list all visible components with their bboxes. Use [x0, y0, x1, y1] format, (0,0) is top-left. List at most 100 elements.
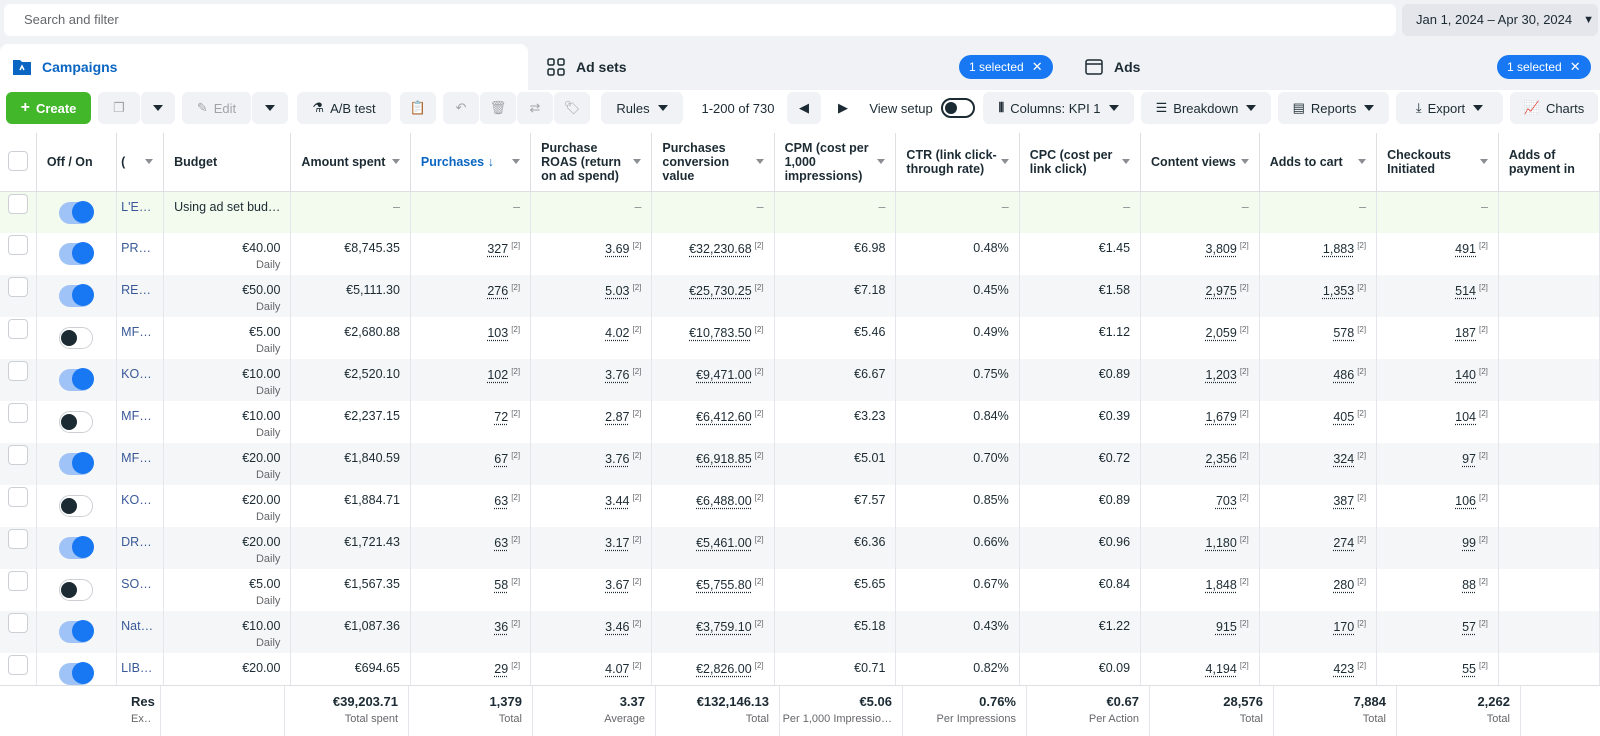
adds-to-cart-cell-value[interactable]: 405 [1333, 410, 1354, 424]
content-views-cell[interactable]: 1,848 [2] [1140, 569, 1260, 611]
adds-to-cart-cell[interactable]: 274 [2] [1259, 527, 1378, 569]
row-checkbox[interactable] [7, 613, 28, 633]
conversion-value-cell[interactable]: €10,783.50 [2] [651, 317, 775, 359]
conversion-value-cell[interactable]: €6,412.60 [2] [651, 401, 775, 443]
checkouts-cell[interactable]: 104 [2] [1376, 401, 1499, 443]
prev-page-button[interactable]: ◀ [787, 92, 821, 124]
content-views-cell[interactable]: 1,180 [2] [1140, 527, 1260, 569]
delivery-toggle[interactable] [59, 284, 95, 307]
roas-cell-value[interactable]: 3.17 [605, 536, 629, 550]
conversion-value-cell[interactable]: €5,755.80 [2] [651, 569, 775, 611]
conversion-value-cell-value[interactable]: €5,755.80 [696, 578, 752, 592]
delivery-toggle[interactable] [59, 579, 94, 601]
date-range-picker[interactable]: Jan 1, 2024 – Apr 30, 2024 ▼ [1402, 4, 1598, 36]
clipboard-button[interactable]: 📋 [400, 92, 436, 124]
content-views-cell-value[interactable]: 915 [1216, 620, 1237, 634]
purchases-cell-value[interactable]: 36 [494, 620, 508, 634]
row-checkbox[interactable] [7, 571, 28, 591]
purchases-cell[interactable]: 36 [2] [410, 611, 532, 653]
checkouts-cell[interactable]: 106 [2] [1376, 485, 1499, 527]
content-views-cell-value[interactable]: 703 [1216, 494, 1237, 508]
adds-to-cart-cell[interactable]: 1,883 [2] [1259, 233, 1378, 275]
adds-to-cart-cell-value[interactable]: 486 [1333, 368, 1354, 382]
adds-to-cart-cell-value[interactable]: 324 [1333, 452, 1354, 466]
checkouts-cell-value[interactable]: 99 [1462, 536, 1476, 550]
purchases-cell-value[interactable]: 63 [494, 494, 508, 508]
roas-cell-value[interactable]: 3.69 [605, 242, 629, 256]
preview-button[interactable]: ⇄ [517, 92, 553, 124]
adds-to-cart-cell[interactable]: 578 [2] [1259, 317, 1378, 359]
purchases-cell[interactable]: 102 [2] [410, 359, 532, 401]
table-row[interactable]: SO… €5.00 Daily €1,567.35 58 [2] 3.67 [2] €5,755… [0, 569, 1600, 611]
header-cpm[interactable]: CPM (cost per 1,000 impressions) [774, 133, 897, 192]
roas-cell-value[interactable]: 2.87 [605, 410, 629, 424]
tab-ads[interactable]: Ads 1 selected ✕ [1072, 44, 1600, 90]
duplicate-dropdown[interactable] [141, 92, 175, 124]
tab-campaigns[interactable]: Campaigns [0, 44, 528, 90]
edit-dropdown[interactable] [252, 92, 288, 124]
content-views-cell-value[interactable]: 2,975 [1206, 284, 1237, 298]
table-row[interactable]: PR… €40.00 Daily €8,745.35 327 [2] 3.69 [2] €32,… [0, 233, 1600, 275]
content-views-cell[interactable]: 2,356 [2] [1140, 443, 1260, 485]
checkouts-cell[interactable]: 55 [2] [1376, 653, 1499, 685]
header-conversion-value[interactable]: Purchases conversion value [651, 133, 775, 192]
checkouts-cell-value[interactable]: 55 [1462, 662, 1476, 676]
purchases-cell[interactable]: 327 [2] [410, 233, 532, 275]
conversion-value-cell-value[interactable]: €32,230.68 [689, 242, 752, 256]
roas-cell[interactable]: 3.69 [2] [530, 233, 653, 275]
conversion-value-cell-value[interactable]: €3,759.10 [696, 620, 752, 634]
adds-to-cart-cell-value[interactable]: 1,353 [1323, 284, 1354, 298]
conversion-value-cell[interactable]: €6,488.00 [2] [651, 485, 775, 527]
purchases-cell[interactable]: 63 [2] [410, 485, 532, 527]
adds-to-cart-cell[interactable]: 387 [2] [1259, 485, 1378, 527]
table-row[interactable]: Nat… €10.00 Daily €1,087.36 36 [2] 3.46 [2] €3,7… [0, 611, 1600, 653]
roas-cell-value[interactable]: 3.76 [605, 368, 629, 382]
conversion-value-cell-value[interactable]: €5,461.00 [696, 536, 752, 550]
purchases-cell-value[interactable]: 103 [487, 326, 508, 340]
table-row[interactable]: RE… €50.00 Daily €5,111.30 276 [2] 5.03 [2] €25,… [0, 275, 1600, 317]
checkouts-cell-value[interactable]: 491 [1455, 242, 1476, 256]
row-checkbox[interactable] [7, 277, 28, 297]
purchases-cell-value[interactable]: 72 [494, 410, 508, 424]
edit-button[interactable]: ✎ Edit [182, 92, 251, 124]
select-all-checkbox[interactable] [7, 151, 28, 172]
campaign-name[interactable]: PR… [116, 233, 165, 275]
purchases-cell[interactable]: 29 [2] [410, 653, 532, 685]
conversion-value-cell-value[interactable]: €6,918.85 [696, 452, 752, 466]
campaign-name[interactable]: MF… [116, 443, 165, 485]
roas-cell-value[interactable]: 3.44 [605, 494, 629, 508]
conversion-value-cell[interactable]: €5,461.00 [2] [651, 527, 775, 569]
campaign-name[interactable]: LIB… [116, 653, 165, 685]
roas-cell-value[interactable]: 3.46 [605, 620, 629, 634]
roas-cell[interactable]: 3.44 [2] [530, 485, 653, 527]
checkouts-cell-value[interactable]: 88 [1462, 578, 1476, 592]
adds-to-cart-cell-value[interactable]: 387 [1333, 494, 1354, 508]
purchases-cell-value[interactable]: 67 [494, 452, 508, 466]
purchases-cell[interactable]: 276 [2] [410, 275, 532, 317]
conversion-value-cell-value[interactable]: €9,471.00 [696, 368, 752, 382]
conversion-value-cell[interactable]: €6,918.85 [2] [651, 443, 775, 485]
purchases-cell-value[interactable]: 276 [487, 284, 508, 298]
header-ctr[interactable]: CTR (link click-through rate) [895, 133, 1020, 192]
content-views-cell-value[interactable]: 1,679 [1206, 410, 1237, 424]
conversion-value-cell-value[interactable]: €2,826.00 [696, 662, 752, 676]
checkouts-cell-value[interactable]: 140 [1455, 368, 1476, 382]
header-roas[interactable]: Purchase ROAS (return on ad spend) [530, 133, 653, 192]
roas-cell[interactable]: 4.02 [2] [530, 317, 653, 359]
row-checkbox[interactable] [7, 319, 28, 339]
delivery-toggle[interactable] [59, 242, 95, 265]
purchases-cell[interactable]: 63 [2] [410, 527, 532, 569]
tag-button[interactable]: 🏷 [554, 92, 590, 124]
purchases-cell[interactable]: 58 [2] [410, 569, 532, 611]
adds-to-cart-cell[interactable]: 280 [2] [1259, 569, 1378, 611]
delivery-toggle[interactable] [59, 200, 95, 224]
adds-to-cart-cell-value[interactable]: 578 [1333, 326, 1354, 340]
columns-button[interactable]: ⦀ Columns: KPI 1 [983, 92, 1134, 124]
checkouts-cell-value[interactable]: 514 [1455, 284, 1476, 298]
checkouts-cell-value[interactable]: 187 [1455, 326, 1476, 340]
campaign-name[interactable]: MF… [116, 317, 165, 359]
purchases-cell-value[interactable]: 102 [487, 368, 508, 382]
header-purchases[interactable]: Purchases ↓ [410, 133, 532, 192]
content-views-cell-value[interactable]: 2,356 [1206, 452, 1237, 466]
close-icon[interactable]: ✕ [1570, 59, 1581, 74]
